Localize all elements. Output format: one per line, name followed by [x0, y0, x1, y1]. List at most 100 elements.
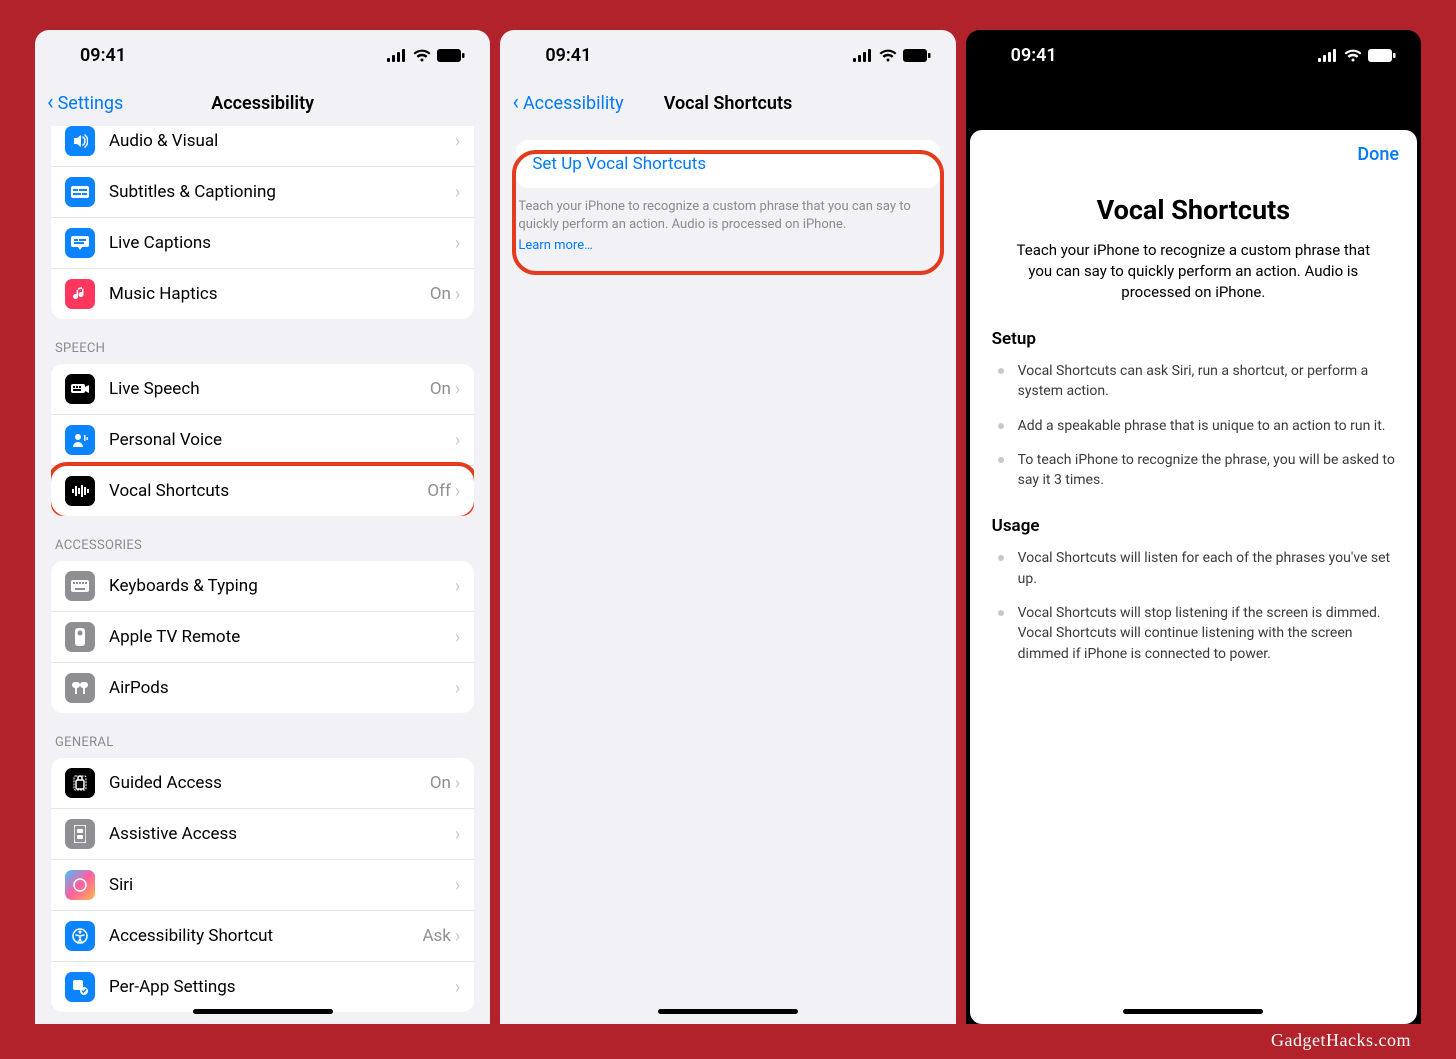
speech-group: Live Speech On › Personal Voice › Vocal … [51, 364, 474, 516]
row-label: Assistive Access [109, 824, 455, 844]
settings-row-subtitles[interactable]: Subtitles & Captioning › [51, 167, 474, 218]
cellular-icon [1318, 49, 1338, 62]
setup-footer-text: Teach your iPhone to recognize a custom … [500, 188, 955, 236]
settings-scroll: Audio & Visual › Subtitles & Captioning … [35, 126, 490, 1012]
row-label: AirPods [109, 678, 455, 698]
per-app-icon [65, 972, 95, 1002]
vocal-shortcuts-icon [65, 476, 95, 506]
row-label: Live Speech [109, 379, 430, 399]
row-label: Music Haptics [109, 284, 430, 304]
settings-row-audio-visual[interactable]: Audio & Visual › [51, 126, 474, 167]
status-bar: 09:41 [35, 30, 490, 80]
hearing-group: Audio & Visual › Subtitles & Captioning … [51, 126, 474, 319]
status-icons [1318, 49, 1396, 62]
general-group: Guided Access On › Assistive Access › Si… [51, 758, 474, 1012]
settings-row-music-haptics[interactable]: Music Haptics On › [51, 269, 474, 319]
accessories-group: Keyboards & Typing › Apple TV Remote › A… [51, 561, 474, 713]
back-label: Accessibility [523, 93, 624, 114]
row-label: Keyboards & Typing [109, 576, 455, 596]
phone-vocal-shortcuts-setup: 09:41 ‹ Accessibility Vocal Shortcuts Se… [500, 30, 955, 1024]
wifi-icon [1344, 49, 1362, 62]
list-item: Vocal Shortcuts will stop listening if t… [992, 603, 1395, 664]
status-bar: 09:41 [500, 30, 955, 80]
guided-access-icon [65, 768, 95, 798]
personal-voice-icon [65, 425, 95, 455]
settings-row-keyboards[interactable]: Keyboards & Typing › [51, 561, 474, 612]
settings-row-apple-tv-remote[interactable]: Apple TV Remote › [51, 612, 474, 663]
status-bar: 09:41 [966, 30, 1421, 80]
chevron-right-icon: › [455, 576, 460, 597]
setup-label: Set Up Vocal Shortcuts [532, 154, 706, 174]
battery-icon [903, 49, 931, 62]
status-time: 09:41 [1011, 45, 1057, 66]
home-indicator[interactable] [658, 1009, 798, 1014]
accessibility-shortcut-icon [65, 921, 95, 951]
wifi-icon [413, 49, 431, 62]
settings-row-airpods[interactable]: AirPods › [51, 663, 474, 713]
settings-row-assistive-access[interactable]: Assistive Access › [51, 809, 474, 860]
row-value: On [430, 379, 451, 399]
nav-title: Accessibility [211, 93, 314, 114]
row-label: Audio & Visual [109, 131, 455, 151]
chevron-right-icon: › [455, 481, 460, 502]
chevron-right-icon: › [455, 977, 460, 998]
screenshot-container: 09:41 ‹ Settings Accessibility Au [0, 0, 1456, 1059]
row-value: On [430, 284, 451, 304]
watermark: GadgetHacks.com [1271, 1030, 1411, 1051]
chevron-right-icon: › [455, 182, 460, 203]
chevron-right-icon: › [455, 379, 460, 400]
live-speech-icon [65, 374, 95, 404]
chevron-right-icon: › [455, 131, 460, 152]
phone-vocal-shortcuts-info: 09:41 Done Vocal Shortcuts Teach your iP… [966, 30, 1421, 1024]
chevron-right-icon: › [455, 284, 460, 305]
music-haptics-icon [65, 279, 95, 309]
settings-row-live-speech[interactable]: Live Speech On › [51, 364, 474, 415]
row-label: Subtitles & Captioning [109, 182, 455, 202]
row-label: Siri [109, 875, 455, 895]
chevron-right-icon: › [455, 233, 460, 254]
settings-row-accessibility-shortcut[interactable]: Accessibility Shortcut Ask › [51, 911, 474, 962]
settings-row-siri[interactable]: Siri › [51, 860, 474, 911]
row-label: Vocal Shortcuts [109, 481, 427, 501]
assistive-access-icon [65, 819, 95, 849]
chevron-right-icon: › [455, 678, 460, 699]
list-item: Add a speakable phrase that is unique to… [992, 416, 1395, 436]
row-label: Guided Access [109, 773, 430, 793]
chevron-right-icon: › [455, 926, 460, 947]
live-captions-icon [65, 228, 95, 258]
list-item: To teach iPhone to recognize the phrase,… [992, 450, 1395, 491]
list-item: Vocal Shortcuts will listen for each of … [992, 548, 1395, 589]
chevron-right-icon: › [455, 627, 460, 648]
settings-row-per-app[interactable]: Per-App Settings › [51, 962, 474, 1012]
info-sheet: Done Vocal Shortcuts Teach your iPhone t… [970, 130, 1417, 1024]
usage-list: Vocal Shortcuts will listen for each of … [992, 548, 1395, 663]
status-time: 09:41 [80, 45, 126, 66]
learn-more-link[interactable]: Learn more… [500, 236, 955, 255]
back-button[interactable]: ‹ Accessibility [512, 92, 623, 114]
settings-row-guided-access[interactable]: Guided Access On › [51, 758, 474, 809]
nav-title: Vocal Shortcuts [664, 93, 793, 114]
chevron-right-icon: › [455, 773, 460, 794]
settings-row-personal-voice[interactable]: Personal Voice › [51, 415, 474, 466]
cellular-icon [387, 49, 407, 62]
airpods-icon [65, 673, 95, 703]
row-label: Per-App Settings [109, 977, 455, 997]
back-button[interactable]: ‹ Settings [47, 92, 123, 114]
cellular-icon [853, 49, 873, 62]
chevron-right-icon: › [455, 824, 460, 845]
battery-icon [437, 49, 465, 62]
chevron-right-icon: › [455, 875, 460, 896]
home-indicator[interactable] [1123, 1009, 1263, 1014]
done-button[interactable]: Done [1357, 144, 1399, 165]
settings-row-vocal-shortcuts[interactable]: Vocal Shortcuts Off › [51, 466, 474, 516]
audio-visual-icon [65, 126, 95, 156]
setup-vocal-shortcuts-button[interactable]: Set Up Vocal Shortcuts [516, 140, 939, 188]
home-indicator[interactable] [193, 1009, 333, 1014]
settings-row-live-captions[interactable]: Live Captions › [51, 218, 474, 269]
sheet-subtitle: Teach your iPhone to recognize a custom … [1014, 240, 1373, 303]
usage-section-header: Usage [992, 516, 1395, 536]
keyboard-icon [65, 571, 95, 601]
row-label: Live Captions [109, 233, 455, 253]
battery-icon [1368, 49, 1396, 62]
row-label: Accessibility Shortcut [109, 926, 422, 946]
